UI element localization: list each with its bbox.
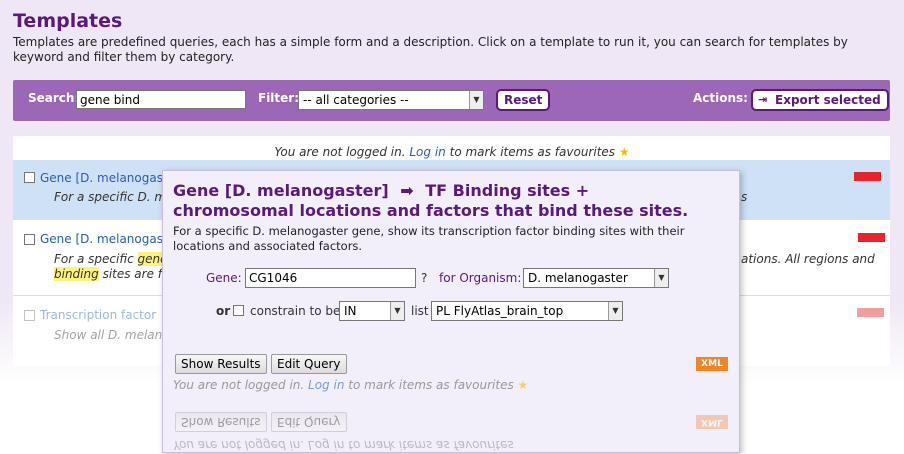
export-selected-button[interactable]: ⇥ Export selected <box>751 89 889 111</box>
template-description: For a specific D. m <box>54 190 167 204</box>
search-input[interactable] <box>76 90 246 109</box>
desc-rest: sites are f <box>102 267 163 281</box>
popup-login-suffix: to mark items as favourites <box>348 378 514 392</box>
login-prefix: You are not logged in. <box>274 145 406 159</box>
reflection-link: Log in <box>308 438 345 452</box>
popup-title-part1: Gene [D. melanogaster] <box>173 181 389 200</box>
gene-input[interactable]: CG1046 <box>245 268 416 288</box>
constrain-op-select[interactable]: IN ▼ <box>339 301 405 321</box>
page-title: Templates <box>13 10 123 32</box>
star-icon: ★ <box>618 145 630 159</box>
template-title[interactable]: Transcription factor <box>40 308 156 322</box>
list-select[interactable]: PL FlyAtlas_brain_top ▼ <box>431 301 623 321</box>
popup-title-part2: TF Binding sites + <box>425 181 590 200</box>
login-notice: You are not logged in. Log in to mark it… <box>0 145 904 159</box>
reset-button[interactable]: Reset <box>496 89 551 111</box>
or-label: or <box>216 304 231 318</box>
export-selected-label: Export selected <box>775 93 881 107</box>
export-icon: ⇥ <box>758 93 768 106</box>
actions-label: Actions: <box>693 91 748 105</box>
template-description: Show all D. melano <box>54 328 170 342</box>
show-results-reflection: Show Results <box>175 412 267 432</box>
status-badge <box>857 308 884 317</box>
row-checkbox[interactable] <box>24 310 35 321</box>
search-toolbar: Search: Filter: -- all categories -- ▼ R… <box>13 80 890 121</box>
popup-description: For a specific D. melanogaster gene, sho… <box>173 224 685 253</box>
popup-login-link[interactable]: Log in <box>308 378 344 392</box>
template-title[interactable]: Gene [D. melanogaster <box>40 232 180 246</box>
chevron-down-icon: ▼ <box>608 302 622 320</box>
reflection-prefix: You are not logged in. <box>173 438 305 452</box>
row-checkbox[interactable] <box>24 172 35 183</box>
edit-query-reflection: Edit Query <box>271 412 347 432</box>
popup-login-prefix: You are not logged in. <box>173 378 305 392</box>
status-badge <box>858 233 885 242</box>
login-suffix: to mark items as favourites <box>449 145 616 159</box>
filter-select[interactable]: -- all categories -- ▼ <box>298 90 484 110</box>
template-description: For a specific gene <box>54 252 168 266</box>
popup-title: Gene [D. melanogaster] ➡ TF Binding site… <box>173 181 733 221</box>
highlight-term: binding <box>54 267 99 281</box>
login-link[interactable]: Log in <box>409 145 445 159</box>
page-description: Templates are predefined queries, each h… <box>13 35 848 64</box>
row-checkbox[interactable] <box>24 234 35 245</box>
constrain-label: constrain to be <box>250 304 341 318</box>
reflection-suffix: to mark items as favourites <box>348 438 514 452</box>
template-popup: Gene [D. melanogaster] ➡ TF Binding site… <box>162 170 740 453</box>
template-description-tail: ations. All regions and <box>741 252 875 266</box>
organism-select-value: D. melanogaster <box>528 271 628 285</box>
popup-login-notice: You are not logged in. Log in to mark it… <box>173 378 528 392</box>
template-description-line2: binding sites are f <box>54 267 162 281</box>
xml-button[interactable]: XML <box>696 357 728 371</box>
chevron-down-icon: ▼ <box>469 91 483 109</box>
popup-title-line2: chromosomal locations and factors that b… <box>173 201 689 220</box>
list-label: list <box>411 304 429 318</box>
template-description-tail: s <box>741 190 748 204</box>
login-notice-reflection: You are not logged in. Log in to mark it… <box>173 438 514 452</box>
edit-query-button[interactable]: Edit Query <box>271 354 347 374</box>
show-results-button[interactable]: Show Results <box>175 354 267 374</box>
filter-label: Filter: <box>258 91 300 105</box>
organism-label: for Organism: <box>439 271 522 285</box>
arrow-right-icon: ➡ <box>400 181 414 200</box>
star-icon: ★ <box>517 378 529 392</box>
popup-reflection: Show Results Edit Query XML You are not … <box>163 399 741 454</box>
help-icon[interactable]: ? <box>421 271 427 285</box>
chevron-down-icon: ▼ <box>654 269 668 287</box>
status-badge <box>854 172 881 181</box>
list-select-value: PL FlyAtlas_brain_top <box>436 304 564 318</box>
template-title[interactable]: Gene [D. melanogaster <box>40 171 180 185</box>
filter-select-value: -- all categories -- <box>303 93 409 107</box>
chevron-down-icon: ▼ <box>390 302 404 320</box>
search-label: Search: <box>28 91 80 105</box>
organism-select[interactable]: D. melanogaster ▼ <box>523 268 669 288</box>
constrain-checkbox[interactable] <box>233 305 244 316</box>
xml-reflection: XML <box>696 415 728 429</box>
constrain-op-value: IN <box>344 304 357 318</box>
desc-start: For a specific <box>54 252 134 266</box>
gene-label: Gene: <box>206 271 242 285</box>
